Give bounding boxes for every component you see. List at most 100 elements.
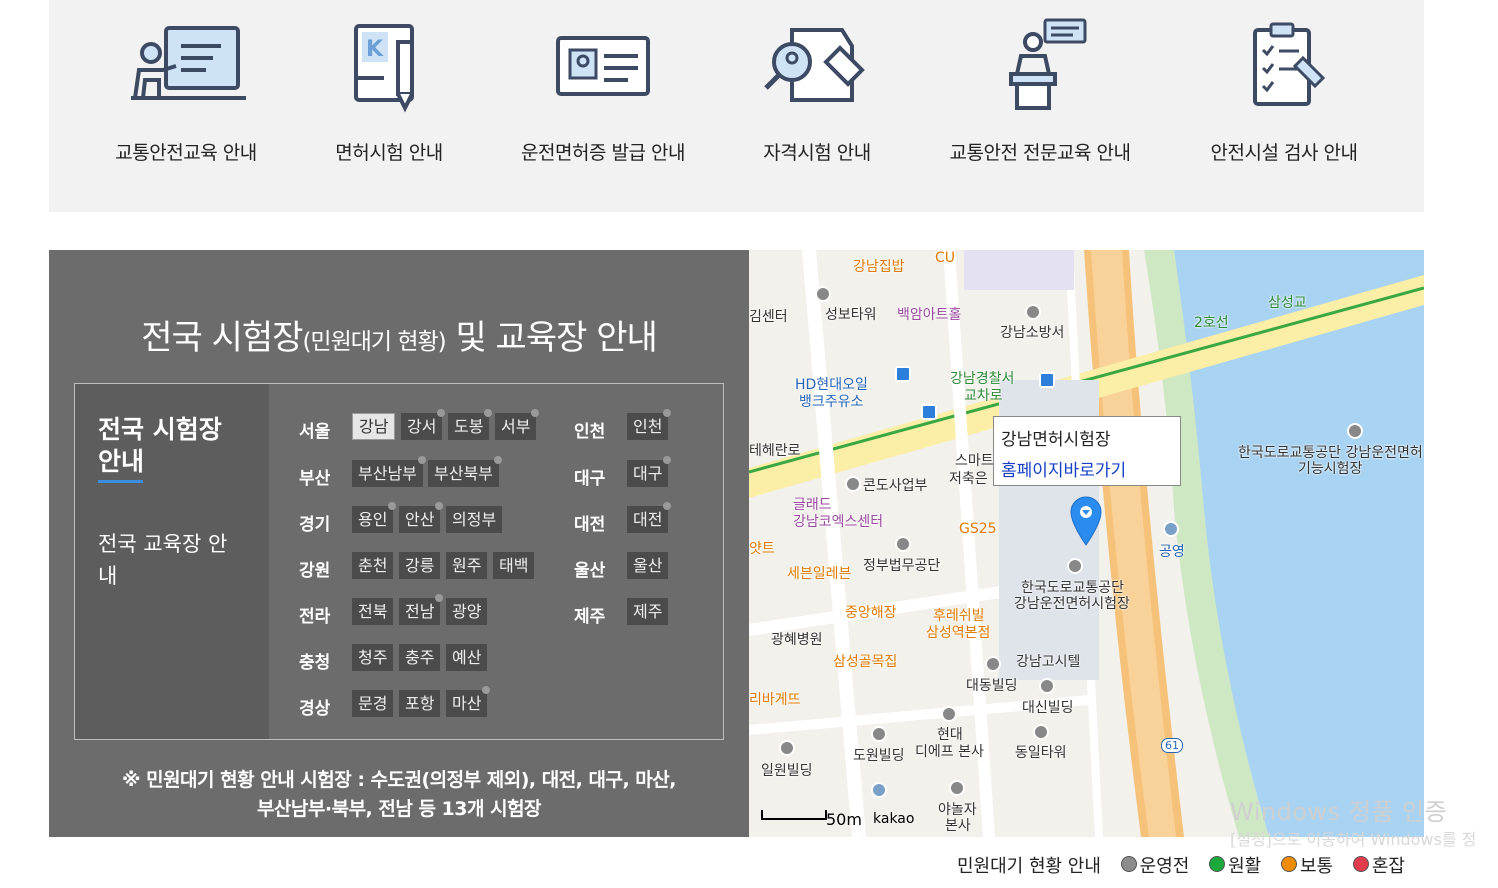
site-yongin[interactable]: 용인 — [352, 502, 397, 533]
map-label: 강남고시텔 — [1016, 654, 1081, 670]
note-line-1: ※ 민원대기 현황 안내 시험장 : 수도권(의정부 제외), 대전, 대구, … — [122, 769, 676, 791]
service-label: 교통안전교육 안내 — [115, 142, 257, 164]
site-label: 춘천 — [358, 556, 388, 575]
status-dot — [493, 456, 502, 464]
service-label: 교통안전 전문교육 안내 — [949, 142, 1131, 164]
service-label: 면허시험 안내 — [335, 142, 443, 164]
building-icon — [1039, 678, 1055, 694]
site-daegu[interactable]: 대구 — [627, 456, 672, 487]
site-chungju[interactable]: 충주 — [399, 644, 441, 671]
site-label: 예산 — [452, 648, 482, 667]
region-busan: 부산 — [299, 469, 331, 489]
site-label: 강릉 — [405, 556, 435, 575]
site-gangneung[interactable]: 강릉 — [399, 552, 441, 579]
title-small: (민원대기 현황) — [302, 329, 446, 355]
site-yesan[interactable]: 예산 — [446, 644, 488, 671]
status-dot — [663, 502, 672, 510]
status-dot — [435, 594, 444, 602]
site-label: 대전 — [633, 510, 663, 529]
site-jeonbuk[interactable]: 전북 — [352, 598, 394, 625]
site-incheon[interactable]: 인천 — [627, 409, 672, 440]
status-dot — [482, 686, 491, 694]
site-wonju[interactable]: 원주 — [446, 552, 488, 579]
map-label: 동일타워 — [1015, 745, 1067, 761]
certificate-search-icon — [764, 28, 865, 102]
map-label: 삼성교 — [1268, 295, 1307, 311]
service-safety-inspection[interactable]: 안전시설 검사 안내 — [1169, 0, 1399, 212]
site-masan[interactable]: 마산 — [446, 686, 491, 717]
region-daejeon: 대전 — [574, 515, 606, 535]
map-label: 강남소방서 — [1000, 325, 1065, 341]
site-busan-bukbu[interactable]: 부산북부 — [428, 456, 502, 487]
region-incheon: 인천 — [574, 422, 606, 442]
site-label: 안산 — [405, 510, 435, 529]
site-label: 대구 — [633, 464, 663, 483]
site-cheongju[interactable]: 청주 — [352, 644, 394, 671]
title-end: 및 교육장 안내 — [445, 318, 657, 358]
parking-icon — [1163, 521, 1179, 537]
building-icon — [779, 740, 795, 756]
site-busan-nambu[interactable]: 부산남부 — [352, 456, 426, 487]
site-jeonnam[interactable]: 전남 — [399, 594, 444, 625]
site-chuncheon[interactable]: 춘천 — [352, 552, 394, 579]
map-label: 교차로 — [964, 388, 1003, 404]
site-gangnam[interactable]: 강남 — [352, 413, 396, 440]
site-label: 원주 — [452, 556, 482, 575]
site-taebaek[interactable]: 태백 — [493, 552, 535, 579]
status-dot — [435, 502, 444, 510]
service-license-exam[interactable]: K 면허시험 안내 — [274, 0, 504, 212]
popup-title: 강남면허시험장 — [1001, 430, 1111, 450]
homepage-link[interactable]: 홈페이지바로가기 — [1001, 456, 1173, 481]
map-label: 스마트 — [955, 453, 994, 469]
service-menu: 교통안전교육 안내 K 면허시험 안내 운전면허증 발급 안내 자격시험 안내 … — [49, 0, 1424, 212]
site-seobu[interactable]: 서부 — [495, 409, 540, 440]
service-qualification-exam[interactable]: 자격시험 안내 — [702, 0, 932, 212]
map-label: 대동빌딩 — [966, 678, 1018, 694]
map-label: 기능시험장 — [1298, 461, 1363, 477]
building-icon — [815, 286, 831, 302]
status-gray-dot — [1120, 856, 1137, 872]
location-pin-icon[interactable] — [1069, 495, 1103, 547]
building-icon — [1347, 423, 1363, 439]
license-book-pencil-icon: K — [354, 24, 414, 113]
site-gangseo[interactable]: 강서 — [401, 409, 446, 440]
site-jeju[interactable]: 제주 — [627, 598, 669, 625]
waiting-status-legend: 민원대기 현황 안내 운영전 원활 보통 혼잡 — [957, 852, 1405, 878]
site-label: 제주 — [633, 602, 663, 621]
map-label: 얏트 — [749, 541, 775, 557]
site-label: 서부 — [501, 417, 531, 436]
map-label: GS25 — [959, 521, 997, 537]
map-label: 뱅크주유소 — [799, 394, 864, 410]
region-ulsan: 울산 — [574, 561, 606, 581]
service-license-issue[interactable]: 운전면허증 발급 안내 — [488, 0, 718, 212]
site-ansan[interactable]: 안산 — [399, 502, 444, 533]
tab-education-centers[interactable]: 전국 교육장 안내 — [98, 528, 228, 592]
kakao-logo: kakao — [873, 811, 915, 827]
windows-activation-hint: [설정]으로 이동하여 Windows를 정 — [1230, 830, 1477, 849]
legend-item-closed: 운영전 — [1120, 852, 1189, 878]
title-main: 전국 시험장 — [141, 318, 303, 358]
site-label: 포항 — [405, 694, 435, 713]
map-info-popup[interactable]: 강남면허시험장 홈페이지바로가기 — [993, 416, 1181, 486]
building-icon — [1025, 304, 1041, 320]
legend-item-smooth: 원활 — [1209, 852, 1261, 878]
site-gwangyang[interactable]: 광양 — [446, 598, 488, 625]
site-label: 용인 — [358, 510, 388, 529]
service-traffic-expert-edu[interactable]: 교통안전 전문교육 안내 — [925, 0, 1155, 212]
site-pohang[interactable]: 포항 — [399, 690, 441, 717]
site-mungyeong[interactable]: 문경 — [352, 690, 394, 717]
site-uijeongbu[interactable]: 의정부 — [446, 506, 503, 533]
site-label: 울산 — [633, 556, 663, 575]
service-label: 운전면허증 발급 안내 — [521, 142, 685, 164]
legend-item-normal: 보통 — [1280, 852, 1333, 878]
building-icon — [949, 780, 965, 796]
route-61-badge: 61 — [1161, 738, 1183, 753]
tab-exam-centers[interactable]: 전국 시험장 안내 — [98, 414, 238, 478]
site-daejeon[interactable]: 대전 — [627, 502, 672, 533]
location-map[interactable]: 강남집밥 CU 김센터 성보타워 백암아트홀 강남소방서 삼성교 2호선 HD현… — [749, 250, 1424, 837]
site-ulsan[interactable]: 울산 — [627, 552, 669, 579]
svg-text:K: K — [366, 37, 384, 62]
map-label: 중앙해장 — [845, 605, 897, 621]
site-dobong[interactable]: 도봉 — [448, 409, 493, 440]
service-traffic-safety-edu[interactable]: 교통안전교육 안내 — [71, 0, 301, 212]
